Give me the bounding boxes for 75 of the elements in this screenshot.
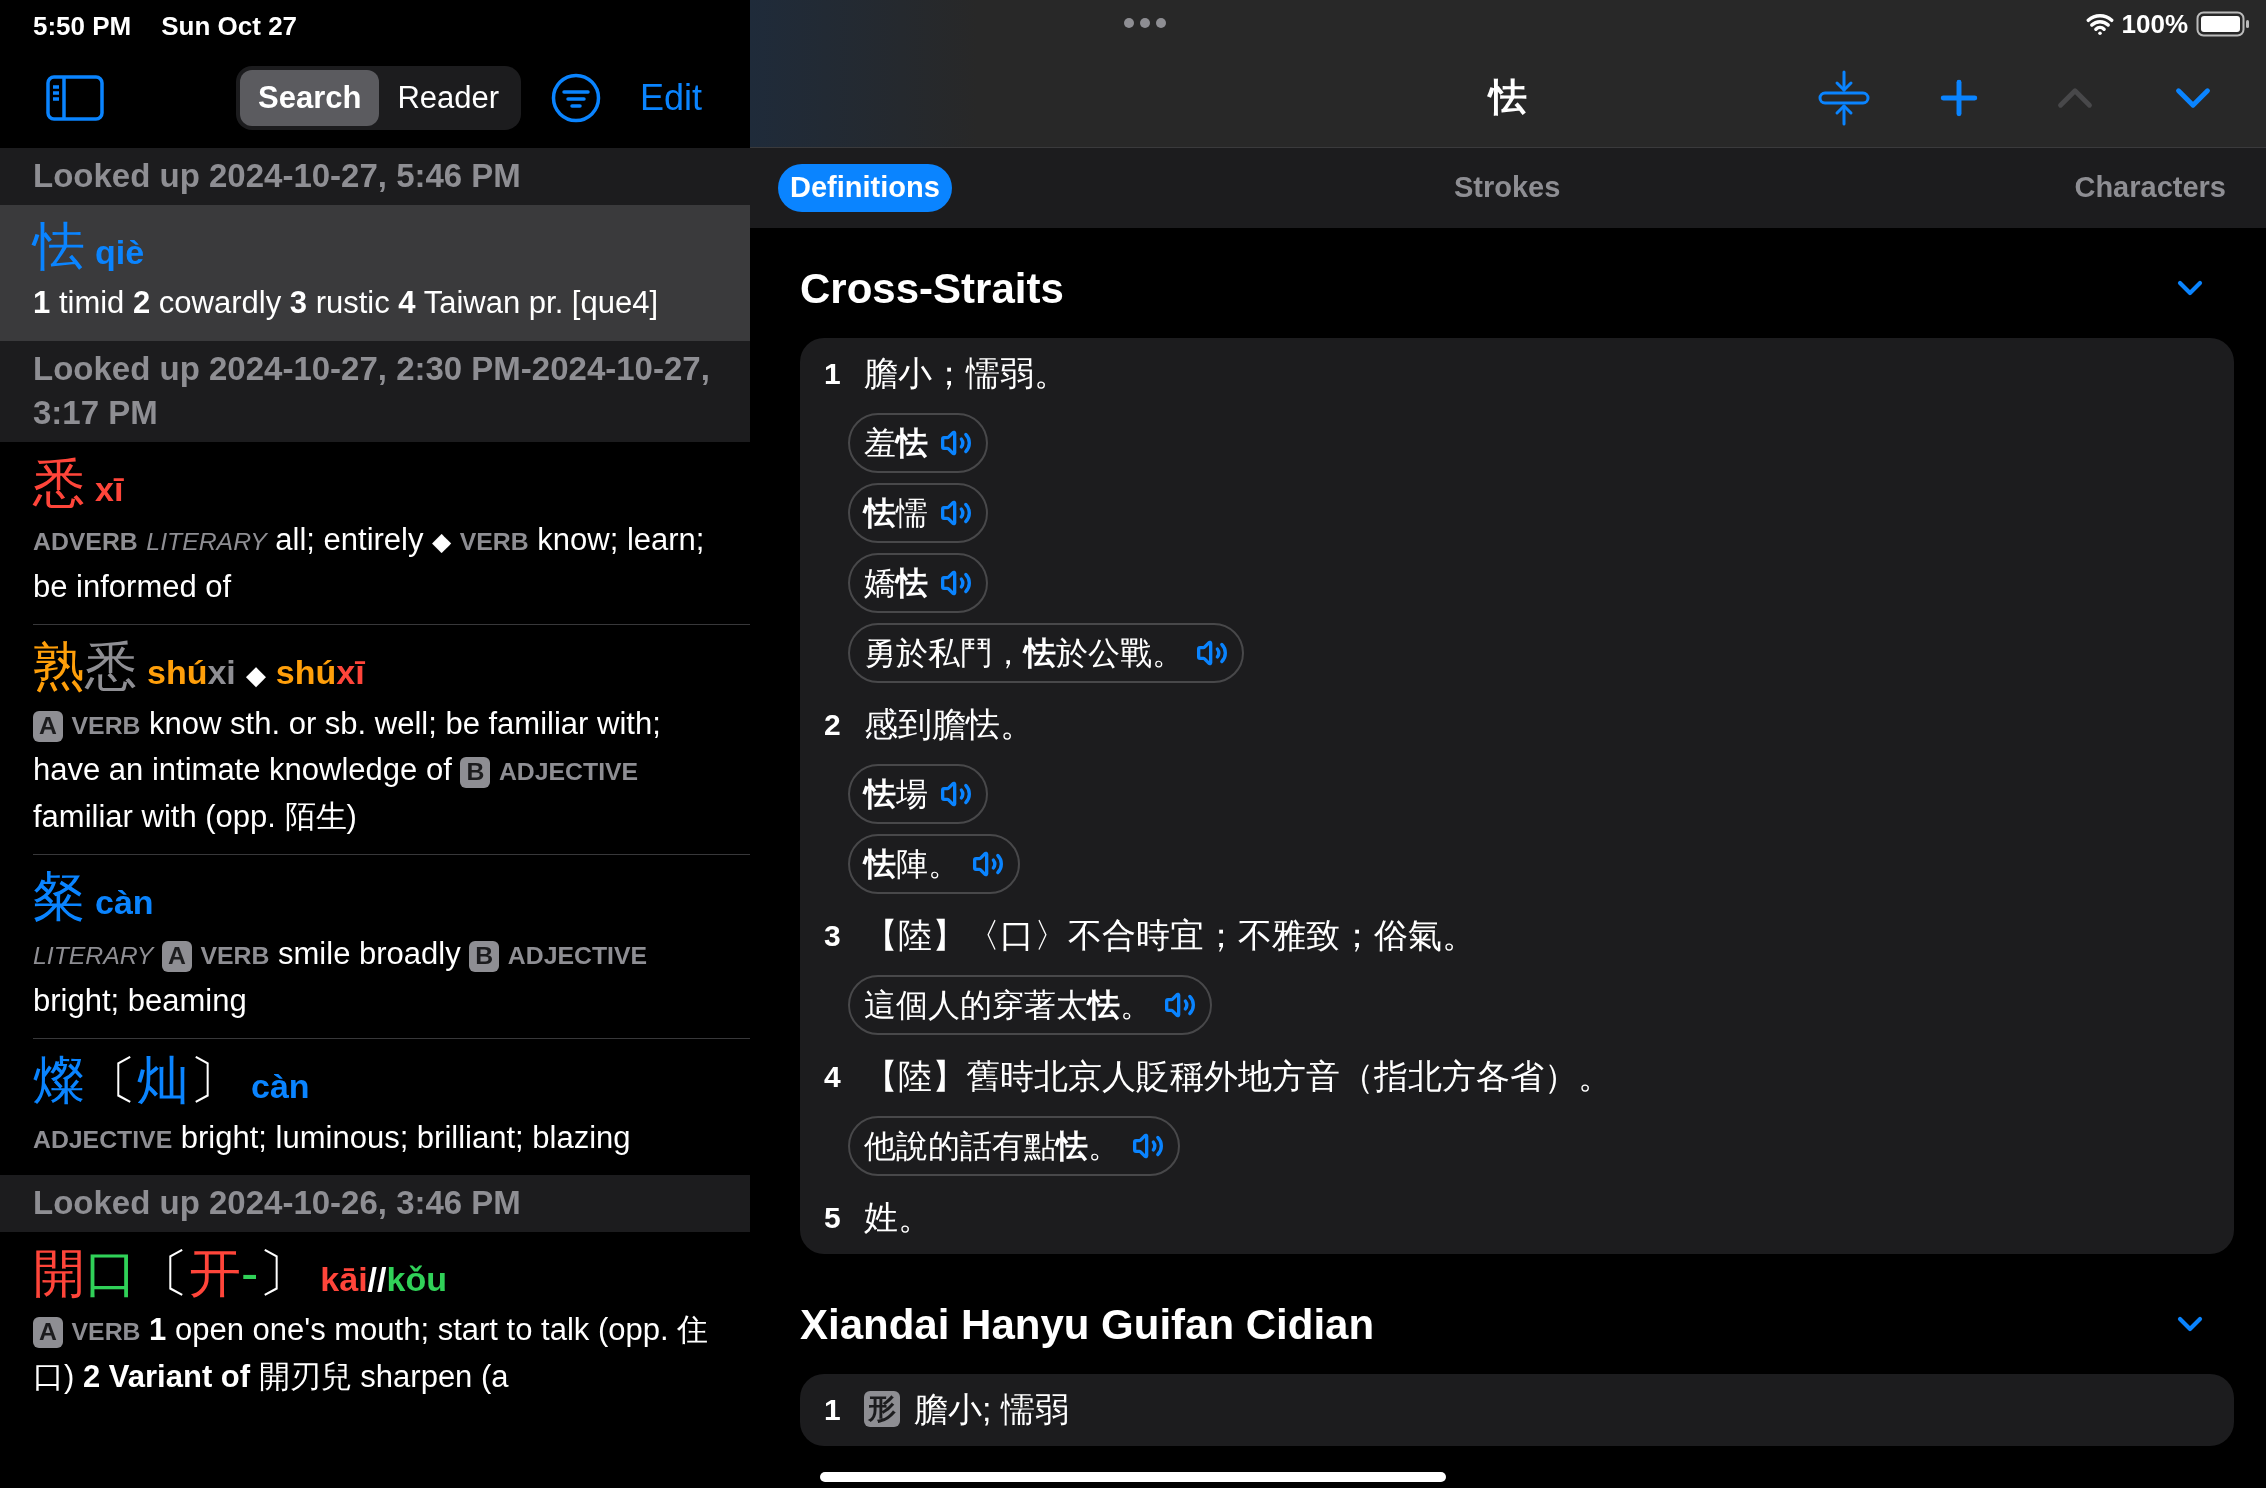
history-entry[interactable]: 怯 qiè 1 timid 2 cowardly 3 rustic 4 Taiwan pr. [que4]	[0, 204, 750, 341]
pinyin-syllable: càn	[251, 1066, 310, 1107]
headword-character: 〕	[258, 1242, 311, 1304]
pinyin-syllable: qiè	[95, 231, 145, 273]
status-time: 5:50 PM	[33, 9, 132, 43]
sense-number: 3	[824, 917, 842, 954]
headword-character: 悉	[33, 452, 85, 514]
pinyin-syllable: shú	[275, 652, 337, 694]
sense-number: 1	[824, 355, 842, 392]
pinyin-syllable: shú	[147, 652, 208, 694]
detail-tab[interactable]: Strokes	[1441, 164, 1573, 212]
definition-text: 1 timid 2 cowardly 3 rustic 4 Taiwan pr. [que4]	[33, 284, 660, 323]
sidebar-icon[interactable]	[46, 75, 104, 121]
sense-number: 5	[824, 1199, 842, 1236]
mode-tab[interactable]: Search	[240, 70, 380, 126]
dictionary-title: Cross-Straits	[800, 263, 1064, 314]
sense-number: 2	[824, 706, 842, 743]
mode-tab[interactable]: Reader	[379, 70, 518, 126]
headword-character: 灿	[137, 1050, 189, 1111]
headword-character: -	[241, 1242, 259, 1304]
definition-text: A VERB know sth. or sb. well; be familiar with; have an intimate knowledge of B ADJECTIVE familiar with (opp. 陌生)	[33, 704, 662, 836]
headword-character: 〔	[137, 1242, 189, 1304]
detail-tab[interactable]: Definitions	[778, 164, 952, 212]
entry-title: 怯	[1489, 75, 1527, 120]
example-chip[interactable]: 這個人的穿著太怯。	[848, 975, 1212, 1035]
definition-text: ADJECTIVE bright; luminous; brilliant; blazing	[33, 1118, 632, 1157]
headword-character: 开	[189, 1242, 241, 1304]
example-chip[interactable]: 怯懦	[848, 483, 988, 543]
sense-number: 4	[824, 1058, 842, 1095]
history-section-header: Looked up 2024-10-27, 5:46 PM	[0, 148, 750, 205]
headword-character: 〕	[189, 1050, 241, 1111]
sense-number: 1	[824, 1391, 842, 1428]
sense-text: 姓。	[864, 1196, 932, 1238]
pinyin-syllable: xī	[336, 652, 365, 694]
pinyin-syllable: xi	[207, 652, 236, 694]
example-chip[interactable]: 嬌怯	[848, 553, 988, 613]
part-of-speech-badge: 形	[864, 1390, 900, 1428]
sense-text: 【陸】〈口〉不合時宜；不雅致；俗氣。	[864, 914, 1476, 956]
example-chip[interactable]: 怯場	[848, 764, 988, 824]
sense-text: 膽小; 懦弱	[914, 1388, 1069, 1430]
headword-character: 怯	[33, 215, 85, 277]
definition-text: ADVERB LITERARY all; entirely ◆ VERB know; learn; be informed of	[33, 521, 706, 606]
dictionary-title: Xiandai Hanyu Guifan Cidian	[800, 1299, 1375, 1350]
history-section-header: Looked up 2024-10-27, 2:30 PM-2024-10-27, 3:17 PM	[0, 340, 750, 442]
pinyin-syllable: //	[367, 1258, 387, 1300]
edit-button[interactable]: Edit	[639, 71, 702, 125]
pinyin-syllable: kǒu	[386, 1258, 447, 1300]
headword-character: 燦	[33, 1050, 85, 1111]
example-chip[interactable]: 他說的話有點怯。	[848, 1116, 1180, 1176]
headword-character: 粲	[33, 866, 85, 928]
sense-text: 膽小；懦弱。	[864, 352, 1068, 394]
pinyin-syllable: càn	[95, 882, 154, 924]
more-dots-icon[interactable]	[1123, 17, 1167, 29]
example-chip[interactable]: 羞怯	[848, 413, 988, 473]
headword-character: 〔	[85, 1050, 137, 1111]
headword-character: 悉	[85, 636, 137, 698]
sense-text: 【陸】舊時北京人貶稱外地方音（指北方各省）。	[864, 1055, 1612, 1097]
headword-character: 口	[85, 1242, 137, 1304]
battery-percent: 100%	[2121, 7, 2188, 41]
pinyin-syllable: kāi	[320, 1258, 368, 1300]
filter-icon[interactable]	[551, 73, 602, 123]
history-section-header: Looked up 2024-10-26, 3:46 PM	[0, 1175, 750, 1232]
headword-character: 開	[33, 1242, 85, 1304]
example-chip[interactable]: 勇於私鬥，怯於公戰。	[848, 623, 1244, 683]
pinyin-syllable: xī	[95, 468, 124, 510]
collapse-icon[interactable]	[1816, 69, 1872, 126]
example-chip[interactable]: 怯陣。	[848, 834, 1020, 894]
sense-text: 感到膽怯。	[864, 703, 1034, 745]
reading-separator: ◆	[245, 659, 266, 693]
headword-character: 熟	[33, 636, 85, 698]
definition-text: LITERARY A VERB smile broadly B ADJECTIVE bright; beaming	[33, 935, 648, 1020]
detail-tab[interactable]: Characters	[2062, 164, 2238, 212]
status-date: Sun Oct 27	[161, 9, 298, 43]
battery-icon	[2196, 11, 2250, 37]
definition-text: A VERB 1 open one's mouth; start to talk (opp. 住口) 2 Variant of 開刃兒 sharpen (a	[33, 1311, 710, 1396]
